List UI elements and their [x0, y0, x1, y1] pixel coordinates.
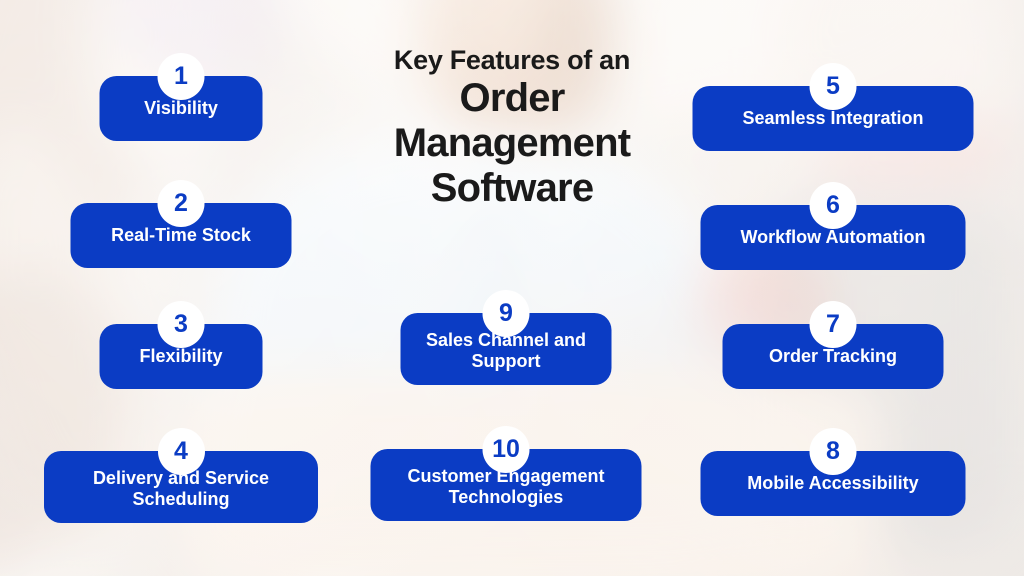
feature-number-badge-4: 4 — [157, 428, 205, 475]
feature-number-badge-5: 5 — [809, 63, 857, 110]
feature-item-10[interactable]: 10 Customer Engagement Technologies — [370, 426, 642, 521]
feature-item-6[interactable]: 6 Workflow Automation — [700, 182, 966, 270]
feature-item-2[interactable]: 2 Real-Time Stock — [70, 180, 292, 268]
feature-number-badge-3: 3 — [157, 301, 205, 348]
feature-item-9[interactable]: 9 Sales Channel and Support — [400, 290, 612, 385]
feature-number-badge-2: 2 — [157, 180, 205, 227]
feature-number-badge-1: 1 — [157, 53, 205, 100]
infographic-canvas: Key Features of an Order Management Soft… — [0, 0, 1024, 576]
feature-item-7[interactable]: 7 Order Tracking — [722, 301, 944, 389]
feature-number-badge-7: 7 — [809, 301, 857, 348]
title-line-1: Key Features of an — [393, 45, 631, 75]
feature-number-badge-9: 9 — [482, 290, 530, 337]
feature-item-3[interactable]: 3 Flexibility — [99, 301, 263, 389]
page-title: Key Features of an Order Management Soft… — [302, 46, 722, 210]
feature-item-4[interactable]: 4 Delivery and Service Scheduling — [44, 428, 318, 523]
title-line-4: Software — [430, 165, 594, 210]
feature-number-badge-6: 6 — [809, 182, 857, 229]
feature-item-5[interactable]: 5 Seamless Integration — [692, 63, 974, 151]
feature-number-badge-10: 10 — [482, 426, 530, 473]
feature-item-1[interactable]: 1 Visibility — [99, 53, 263, 141]
title-line-2: Order — [459, 75, 566, 120]
feature-number-badge-8: 8 — [809, 428, 857, 475]
title-line-3: Management — [393, 120, 631, 165]
feature-item-8[interactable]: 8 Mobile Accessibility — [700, 428, 966, 516]
